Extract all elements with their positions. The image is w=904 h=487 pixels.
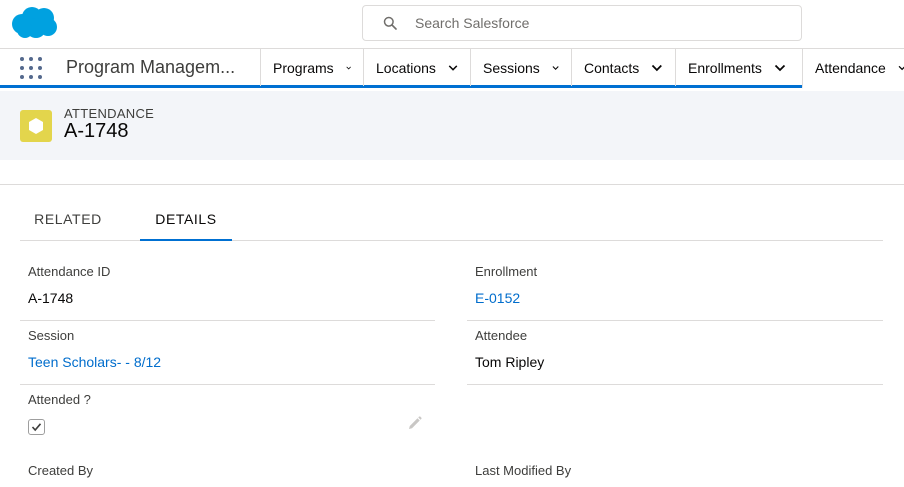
field-divider xyxy=(467,384,883,385)
field-divider xyxy=(20,320,435,321)
field-created-by: Created By xyxy=(28,463,93,478)
record-object-type: ATTENDANCE xyxy=(64,106,155,121)
tab-attendance[interactable]: Attendance xyxy=(802,49,904,89)
tab-label: Sessions xyxy=(483,59,540,76)
field-value: A-1748 xyxy=(28,290,74,306)
field-last-modified-by: Last Modified By xyxy=(475,463,571,478)
tab-programs[interactable]: Programs xyxy=(260,49,363,86)
nav-tabs: Programs Locations Sessions Contacts Enr… xyxy=(260,49,904,89)
record-title: A-1748 xyxy=(64,120,129,142)
chevron-down-icon[interactable] xyxy=(898,62,904,74)
tab-label: Contacts xyxy=(584,59,640,76)
attendance-object-icon xyxy=(20,110,52,142)
tab-locations[interactable]: Locations xyxy=(363,49,470,86)
field-attended: Attended ? xyxy=(28,392,91,407)
global-search[interactable] xyxy=(362,5,802,41)
tab-label: Programs xyxy=(273,59,334,76)
app-name: Program Managem... xyxy=(66,57,236,77)
divider xyxy=(0,184,904,185)
app-launcher-icon[interactable] xyxy=(20,57,42,79)
tab-sessions[interactable]: Sessions xyxy=(470,49,571,86)
field-divider xyxy=(20,384,435,385)
tab-label: Attendance xyxy=(815,59,886,76)
field-session: Session Teen Scholars- - 8/12 xyxy=(28,328,161,370)
edit-pencil-icon[interactable] xyxy=(407,416,422,431)
tab-label: Locations xyxy=(376,59,436,76)
field-label: Attendee xyxy=(475,328,528,343)
chevron-down-icon[interactable] xyxy=(346,62,351,74)
field-label: Session xyxy=(28,328,75,343)
field-label: Enrollment xyxy=(475,264,538,279)
field-divider xyxy=(467,320,883,321)
tab-details[interactable]: DETAILS xyxy=(140,200,232,241)
chevron-down-icon[interactable] xyxy=(448,62,458,74)
field-enrollment: Enrollment E-0152 xyxy=(475,264,537,306)
field-attendee: Attendee Tom Ripley xyxy=(475,328,544,370)
field-label: Attended ? xyxy=(28,392,91,407)
attended-checkbox[interactable] xyxy=(28,419,45,435)
tab-related[interactable]: RELATED xyxy=(20,200,116,241)
checkmark-icon xyxy=(31,423,42,432)
field-label: Last Modified By xyxy=(475,463,572,478)
tab-label: Enrollments xyxy=(688,59,762,76)
search-icon xyxy=(383,16,397,30)
tab-enrollments[interactable]: Enrollments xyxy=(675,49,802,86)
search-input[interactable] xyxy=(415,15,775,31)
global-header xyxy=(0,0,904,48)
field-attendance-id: Attendance ID A-1748 xyxy=(28,264,110,306)
record-header: ATTENDANCE A-1748 xyxy=(0,91,904,160)
chevron-down-icon[interactable] xyxy=(651,62,663,74)
app-navigation-bar: Program Managem... Programs Locations Se… xyxy=(0,48,904,89)
field-label: Created By xyxy=(28,463,94,478)
chevron-down-icon[interactable] xyxy=(774,62,786,74)
session-link[interactable]: Teen Scholars- - 8/12 xyxy=(28,354,161,370)
field-label: Attendance ID xyxy=(28,264,111,279)
tab-contacts[interactable]: Contacts xyxy=(571,49,675,86)
chevron-down-icon[interactable] xyxy=(552,62,559,74)
salesforce-logo-icon[interactable] xyxy=(10,6,60,40)
record-tabs: RELATED DETAILS xyxy=(20,200,883,241)
field-value: Tom Ripley xyxy=(475,354,545,370)
enrollment-link[interactable]: E-0152 xyxy=(475,290,537,306)
